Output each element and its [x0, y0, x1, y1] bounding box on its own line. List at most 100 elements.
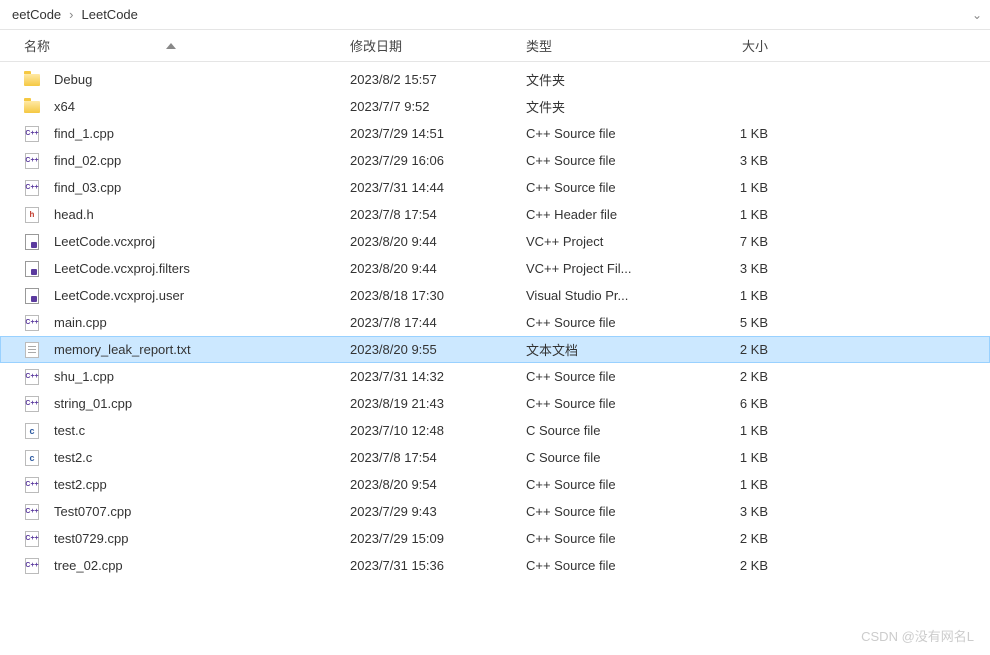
- file-row[interactable]: ctest.c2023/7/10 12:48C Source file1 KB: [0, 417, 990, 444]
- file-name: LeetCode.vcxproj: [54, 234, 155, 249]
- file-name-cell: C++find_1.cpp: [24, 126, 350, 142]
- file-name: find_02.cpp: [54, 153, 121, 168]
- file-name-cell: C++ Test0707.cpp: [24, 504, 350, 520]
- file-row[interactable]: C++find_03.cpp2023/7/31 14:44C++ Source …: [0, 174, 990, 201]
- file-row[interactable]: LeetCode.vcxproj.filters 2023/8/20 9:44VC…: [0, 255, 990, 282]
- file-type: 文件夹: [526, 70, 682, 89]
- file-size: 1 KB: [682, 207, 778, 222]
- cpp-file-icon: C++: [24, 531, 40, 547]
- file-date: 2023/7/29 14:51: [350, 126, 526, 141]
- file-name: head.h: [54, 207, 94, 222]
- file-row[interactable]: LeetCode.vcxproj.user2023/8/18 17:30Visu…: [0, 282, 990, 309]
- file-row[interactable]: Debug 2023/8/2 15:57文件夹: [0, 66, 990, 93]
- breadcrumb[interactable]: eetCode › LeetCode ⌄: [0, 0, 990, 30]
- column-header-size[interactable]: 大小: [682, 36, 778, 55]
- file-size: 2 KB: [682, 531, 778, 546]
- file-size: 5 KB: [682, 315, 778, 330]
- file-row[interactable]: LeetCode.vcxproj 2023/8/20 9:44VC++ Proje…: [0, 228, 990, 255]
- sort-ascending-icon: [166, 43, 176, 49]
- cpp-file-icon: C++: [24, 315, 40, 331]
- file-name: memory_leak_report.txt: [54, 342, 191, 357]
- file-name-cell: memory_leak_report.txt: [24, 337, 350, 362]
- cpp-file-icon: C++: [24, 477, 40, 493]
- file-size: 6 KB: [682, 396, 778, 411]
- file-name-cell: C++ test0729.cpp: [24, 531, 350, 547]
- file-name-cell: LeetCode.vcxproj.filters: [24, 261, 350, 277]
- file-row[interactable]: ctest2.c2023/7/8 17:54C Source file1 KB: [0, 444, 990, 471]
- file-type: C++ Source file: [526, 531, 682, 546]
- file-date: 2023/7/29 9:43: [350, 504, 526, 519]
- file-name-cell: C++shu_1.cpp: [24, 369, 350, 385]
- file-row[interactable]: C++shu_1.cpp2023/7/31 14:32C++ Source fi…: [0, 363, 990, 390]
- cpp-file-icon: C++: [24, 504, 40, 520]
- file-date: 2023/7/29 16:06: [350, 153, 526, 168]
- file-size: 3 KB: [682, 153, 778, 168]
- breadcrumb-item-current[interactable]: LeetCode: [78, 7, 142, 22]
- column-header-date[interactable]: 修改日期: [350, 36, 526, 55]
- file-size: 1 KB: [682, 180, 778, 195]
- column-header-name[interactable]: 名称: [24, 36, 350, 55]
- file-size: 3 KB: [682, 261, 778, 276]
- file-row[interactable]: x642023/7/7 9:52文件夹: [0, 93, 990, 120]
- file-type: C++ Source file: [526, 153, 682, 168]
- file-size: 2 KB: [682, 337, 778, 362]
- c-file-icon: c: [24, 423, 40, 439]
- file-name: test2.cpp: [54, 477, 107, 492]
- file-name: Test0707.cpp: [54, 504, 131, 519]
- file-row[interactable]: C++Test0707.cpp2023/7/29 9:43C++ Source …: [0, 498, 990, 525]
- header-file-icon: h: [24, 207, 40, 223]
- cpp-file-icon: C++: [24, 369, 40, 385]
- project-file-icon: [24, 234, 40, 250]
- file-name: string_01.cpp: [54, 396, 132, 411]
- project-file-icon: [24, 288, 40, 304]
- breadcrumb-item-parent[interactable]: eetCode: [8, 7, 65, 22]
- file-date: 2023/8/20 9:54: [350, 477, 526, 492]
- cpp-file-icon: C++: [24, 558, 40, 574]
- file-name-cell: C++string_01.cpp: [24, 396, 350, 412]
- file-type: Visual Studio Pr...: [526, 288, 682, 303]
- file-date: 2023/8/2 15:57: [350, 72, 526, 87]
- file-size: 1 KB: [682, 423, 778, 438]
- file-list: Debug 2023/8/2 15:57文件夹 x642023/7/7 9:52文件…: [0, 62, 990, 579]
- chevron-down-icon[interactable]: ⌄: [972, 8, 982, 22]
- file-type: C++ Source file: [526, 126, 682, 141]
- file-size: 1 KB: [682, 450, 778, 465]
- file-type: C Source file: [526, 423, 682, 438]
- file-name: LeetCode.vcxproj.user: [54, 288, 184, 303]
- file-row[interactable]: C++find_1.cpp2023/7/29 14:51C++ Source f…: [0, 120, 990, 147]
- file-name: test.c: [54, 423, 85, 438]
- file-type: VC++ Project: [526, 234, 682, 249]
- file-type: VC++ Project Fil...: [526, 261, 682, 276]
- file-row[interactable]: memory_leak_report.txt 2023/8/20 9:55文本文档…: [0, 336, 990, 363]
- file-name-cell: h head.h: [24, 207, 350, 223]
- file-type: 文本文档: [526, 337, 682, 362]
- file-type: C Source file: [526, 450, 682, 465]
- column-headers: 名称 修改日期 类型 大小: [0, 30, 990, 62]
- file-date: 2023/8/20 9:44: [350, 261, 526, 276]
- file-row[interactable]: C++test2.cpp2023/8/20 9:54C++ Source fil…: [0, 471, 990, 498]
- file-name-cell: C++find_03.cpp: [24, 180, 350, 196]
- file-name: Debug: [54, 72, 92, 87]
- file-row[interactable]: hhead.h2023/7/8 17:54C++ Header file1 KB: [0, 201, 990, 228]
- file-type: C++ Source file: [526, 558, 682, 573]
- file-name-cell: LeetCode.vcxproj: [24, 234, 350, 250]
- folder-icon: [24, 99, 40, 115]
- file-date: 2023/8/20 9:44: [350, 234, 526, 249]
- column-header-type[interactable]: 类型: [526, 36, 682, 55]
- file-row[interactable]: C++string_01.cpp2023/8/19 21:43C++ Sourc…: [0, 390, 990, 417]
- file-row[interactable]: C++tree_02.cpp2023/7/31 15:36C++ Source …: [0, 552, 990, 579]
- file-date: 2023/7/8 17:44: [350, 315, 526, 330]
- file-name: LeetCode.vcxproj.filters: [54, 261, 190, 276]
- file-size: 1 KB: [682, 288, 778, 303]
- file-name: test0729.cpp: [54, 531, 128, 546]
- folder-icon: [24, 72, 40, 88]
- file-name-cell: C++ test2.cpp: [24, 477, 350, 493]
- file-row[interactable]: C++ test0729.cpp 2023/7/29 15:09C++ Source…: [0, 525, 990, 552]
- file-date: 2023/7/31 15:36: [350, 558, 526, 573]
- file-date: 2023/7/29 15:09: [350, 531, 526, 546]
- file-row[interactable]: C++main.cpp2023/7/8 17:44C++ Source file…: [0, 309, 990, 336]
- file-date: 2023/7/8 17:54: [350, 450, 526, 465]
- file-date: 2023/8/20 9:55: [350, 337, 526, 362]
- file-type: C++ Source file: [526, 315, 682, 330]
- file-row[interactable]: C++find_02.cpp2023/7/29 16:06C++ Source …: [0, 147, 990, 174]
